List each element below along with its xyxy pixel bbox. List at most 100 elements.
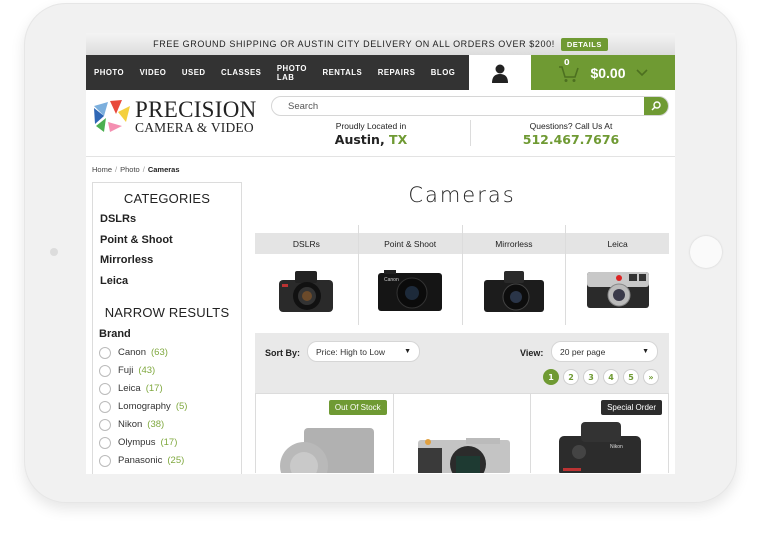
category-dslrs[interactable]: DSLRs	[93, 209, 241, 230]
brand-filter-leica[interactable]: Leica (17)	[93, 380, 241, 398]
brand-filter-fuji[interactable]: Fuji (43)	[93, 362, 241, 380]
site-logo[interactable]: PRECISION CAMERA & VIDEO	[92, 98, 257, 135]
brand-filter-panasonic[interactable]: Panasonic (25)	[93, 452, 241, 470]
page-1[interactable]: 1	[543, 369, 559, 385]
tablet-home-button[interactable]	[690, 236, 722, 268]
page-3[interactable]: 3	[583, 369, 599, 385]
tablet-camera	[50, 248, 58, 256]
category-mirrorless[interactable]: Mirrorless	[93, 250, 241, 271]
product-card[interactable]: Out Of Stock	[255, 394, 394, 473]
account-button[interactable]	[469, 55, 531, 90]
brand-heading: Brand	[99, 327, 131, 340]
breadcrumb: Home / Photo / Cameras	[92, 165, 180, 174]
radio-button[interactable]	[99, 346, 111, 359]
nav-item-rentals[interactable]: RENTALS	[322, 68, 362, 77]
logo-line-1: PRECISION	[135, 97, 257, 122]
special-order-badge: Special Order	[601, 400, 663, 415]
category-leica[interactable]: Leica	[93, 271, 241, 292]
sort-select[interactable]: Price: High to Low ▼	[307, 341, 420, 362]
dropdown-arrow-icon: ▼	[404, 348, 411, 355]
product-image	[417, 438, 510, 473]
tile-label: Leica	[566, 233, 669, 254]
breadcrumb-photo[interactable]: Photo	[120, 165, 140, 174]
results-toolbar: Sort By: Price: High to Low ▼ View: 20 p…	[255, 333, 669, 393]
brand-filter-lomography[interactable]: Lomography (5)	[93, 398, 241, 416]
page-5[interactable]: 5	[623, 369, 639, 385]
brand-name: Panasonic	[118, 455, 163, 467]
site-header: PRECISION CAMERA & VIDEO Proudly Located…	[86, 90, 675, 157]
search-icon	[651, 101, 661, 111]
details-button[interactable]: DETAILS	[560, 37, 608, 51]
product-image: Nikon	[559, 422, 642, 473]
chevron-down-icon	[635, 68, 648, 76]
brand-count: (17)	[160, 437, 178, 449]
view-value: 20 per page	[560, 346, 606, 357]
location-label: Proudly Located in	[335, 121, 407, 131]
brand-filter-canon[interactable]: Canon (63)	[93, 344, 241, 362]
page-2[interactable]: 2	[563, 369, 579, 385]
breadcrumb-home[interactable]: Home	[92, 165, 112, 174]
search-bar	[271, 96, 669, 116]
nav-item-video[interactable]: VIDEO	[140, 68, 167, 77]
product-card[interactable]: Special Order Nikon	[531, 394, 670, 473]
dropdown-arrow-icon: ▼	[642, 348, 649, 355]
out-of-stock-badge: Out Of Stock	[328, 400, 387, 415]
category-point-shoot[interactable]: Point & Shoot	[93, 230, 241, 251]
phone-link[interactable]: 512.467.7676	[501, 132, 641, 147]
view-label: View:	[520, 348, 544, 358]
brand-count: (25)	[167, 455, 185, 467]
sort-value: Price: High to Low	[316, 346, 385, 357]
cart-count: 0	[564, 58, 570, 67]
brand-name: Olympus	[118, 437, 156, 449]
nav-item-repairs[interactable]: REPAIRS	[378, 68, 416, 77]
brand-filter-nikon[interactable]: Nikon (38)	[93, 416, 241, 434]
user-icon	[492, 64, 508, 83]
tile-mirrorless[interactable]: Mirrorless	[462, 225, 567, 325]
search-button[interactable]	[644, 97, 668, 115]
tile-point-shoot[interactable]: Point & Shoot Canon	[358, 225, 463, 325]
nav-item-photo[interactable]: PHOTO	[94, 68, 124, 77]
contact-info: Questions? Call Us At 512.467.7676	[501, 121, 641, 147]
tile-label: DSLRs	[255, 233, 358, 254]
svg-text:Canon: Canon	[384, 277, 399, 283]
brand-name: Fuji	[118, 365, 134, 377]
dslr-camera-image	[279, 271, 334, 312]
radio-button[interactable]	[99, 454, 111, 467]
brand-name: Leica	[118, 383, 141, 395]
main-nav: PHOTO VIDEO USED CLASSES PHOTO LAB RENTA…	[86, 55, 675, 90]
brand-name: Canon	[118, 347, 146, 359]
brand-filter-olympus[interactable]: Olympus (17)	[93, 434, 241, 452]
tile-dslrs[interactable]: DSLRs	[255, 225, 359, 325]
radio-button[interactable]	[99, 382, 111, 395]
radio-button[interactable]	[99, 400, 111, 413]
cart-button[interactable]: 0 $0.00	[531, 55, 675, 90]
view-select[interactable]: 20 per page ▼	[551, 341, 658, 362]
tile-label: Point & Shoot	[358, 233, 462, 254]
nav-item-used[interactable]: USED	[182, 68, 206, 77]
page-4[interactable]: 4	[603, 369, 619, 385]
product-image	[280, 428, 374, 473]
radio-button[interactable]	[99, 364, 111, 377]
radio-button[interactable]	[99, 418, 111, 431]
svg-text:Nikon: Nikon	[610, 444, 623, 450]
product-grid: Out Of Stock Special Order Nikon	[255, 393, 670, 473]
promo-text: FREE GROUND SHIPPING OR AUSTIN CITY DELI…	[153, 39, 555, 49]
tile-leica[interactable]: Leica	[566, 225, 669, 325]
sidebar: CATEGORIES DSLRs Point & Shoot Mirrorles…	[92, 182, 242, 474]
location-state: TX	[389, 132, 408, 147]
brand-count: (43)	[138, 365, 156, 377]
nav-item-blog[interactable]: BLOG	[431, 68, 456, 77]
category-tiles: DSLRs Point & Shoot Canon Mirrorless Lei…	[255, 225, 669, 325]
brand-count: (63)	[151, 347, 168, 359]
nav-item-classes[interactable]: CLASSES	[221, 68, 261, 77]
product-card[interactable]	[394, 394, 532, 473]
screen: FREE GROUND SHIPPING OR AUSTIN CITY DELI…	[86, 33, 675, 474]
nav-item-photo-lab[interactable]: PHOTO LAB	[277, 64, 307, 82]
location-city: Austin,	[334, 132, 385, 147]
radio-button[interactable]	[99, 436, 111, 449]
search-input[interactable]	[272, 100, 644, 112]
next-page-button[interactable]: »	[643, 369, 659, 385]
nav-links: PHOTO VIDEO USED CLASSES PHOTO LAB RENTA…	[86, 55, 469, 90]
compact-camera-image: Canon	[378, 270, 443, 311]
brand-count: (38)	[147, 419, 165, 431]
